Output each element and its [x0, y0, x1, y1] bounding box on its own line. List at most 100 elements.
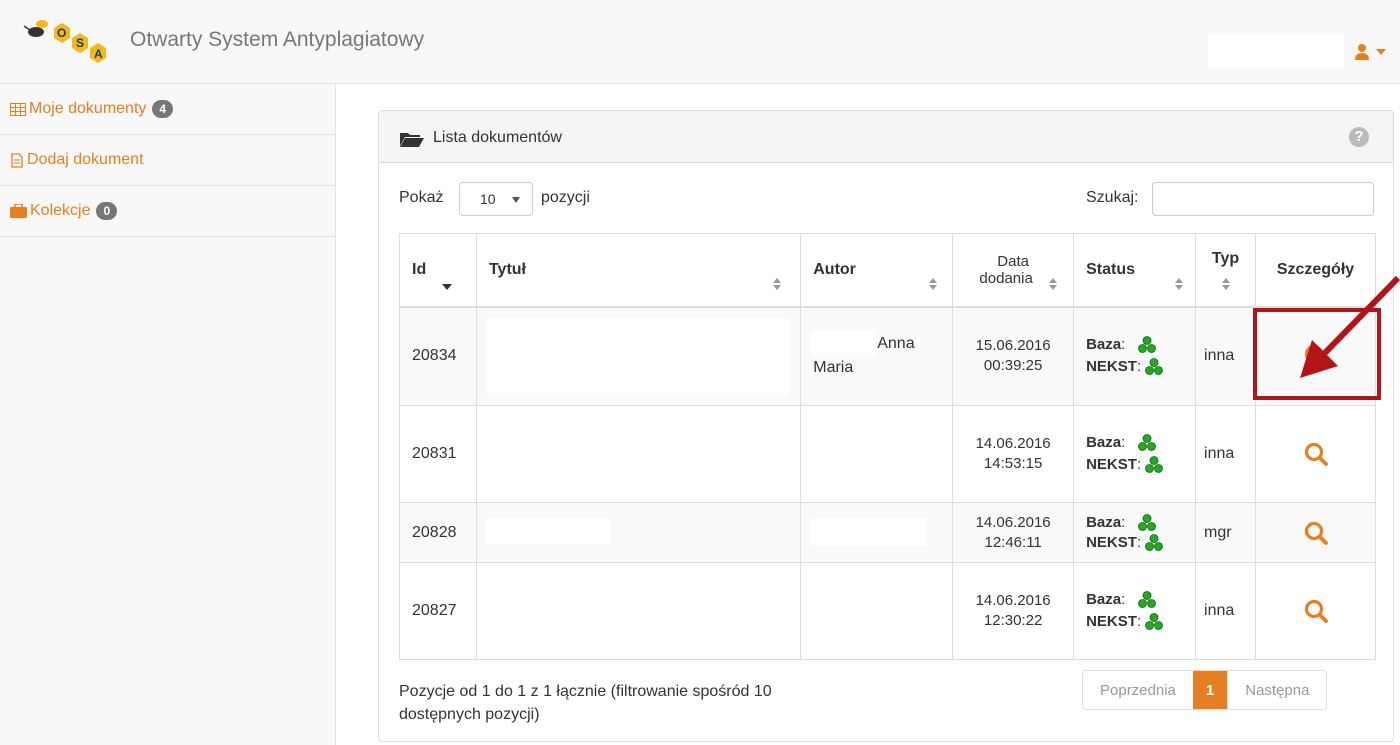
date-text: 14.06.2016 — [975, 435, 1051, 452]
sort-desc-icon — [442, 284, 452, 290]
pagination: Poprzednia 1 Następna — [1082, 670, 1328, 710]
redacted-block — [811, 329, 876, 356]
search-icon[interactable] — [1303, 520, 1329, 546]
column-header-status[interactable]: Status — [1073, 233, 1197, 308]
cell-type: inna — [1195, 562, 1256, 660]
search-icon[interactable] — [1303, 441, 1329, 467]
column-header-label: Szczegóły — [1276, 260, 1355, 278]
cell-date: 14.06.2016 14:53:15 — [952, 405, 1075, 503]
column-header-label: Autor — [813, 260, 856, 278]
search-icon[interactable] — [1303, 598, 1329, 624]
cell-date: 14.06.2016 12:46:11 — [952, 502, 1075, 563]
sidebar-item-label: Moje dokumenty — [29, 100, 147, 117]
next-page-button[interactable]: Następna — [1227, 671, 1327, 709]
documents-table: Id Tytuł Autor Data dodania Status Typ S… — [399, 233, 1376, 660]
table-row: 20831 14.06.2016 14:53:15 Baza: NEKST: i… — [399, 405, 1376, 503]
cell-status: Baza: NEKST: — [1073, 562, 1197, 660]
top-navbar: O S A Otwarty System Antyplagiatowy — [0, 0, 1400, 84]
briefcase-icon — [10, 204, 27, 218]
status-ok-icon — [1137, 336, 1156, 354]
time-text: 12:30:22 — [983, 612, 1043, 629]
status-label: NEKST — [1086, 456, 1137, 473]
page-1-button[interactable]: 1 — [1192, 671, 1228, 709]
cell-title[interactable] — [475, 502, 802, 563]
column-header-type[interactable]: Typ — [1195, 233, 1256, 308]
table-icon — [10, 102, 26, 116]
cell-author: Anna Maria — [800, 306, 954, 406]
user-name-box — [1208, 34, 1344, 68]
redacted-block — [811, 518, 928, 546]
cell-title[interactable] — [475, 306, 802, 406]
column-header-date[interactable]: Data dodania — [952, 233, 1075, 308]
column-header-label: Status — [1086, 260, 1135, 278]
status-label: NEKST — [1086, 358, 1137, 376]
svg-text:S: S — [76, 36, 84, 50]
file-icon — [11, 152, 23, 168]
cell-author — [800, 405, 954, 503]
count-badge: 0 — [96, 202, 118, 220]
cell-id: 20827 — [399, 562, 477, 660]
sidebar-item-kolekcje[interactable]: Kolekcje 0 — [0, 186, 336, 237]
cell-author — [800, 562, 954, 660]
cell-status: Baza: NEKST: — [1073, 405, 1197, 503]
column-header-label: Id — [412, 260, 427, 278]
cell-details — [1255, 306, 1376, 406]
page-length-label: Pokaż — [399, 189, 444, 206]
page-length-select[interactable]: 10 — [459, 182, 533, 216]
table-row: 20827 14.06.2016 12:30:22 Baza: NEKST: i… — [399, 562, 1376, 660]
column-header-author[interactable]: Autor — [800, 233, 954, 308]
cell-id: 20834 — [399, 306, 477, 406]
date-text: 15.06.2016 — [975, 337, 1051, 355]
search-label: Szukaj: — [1086, 189, 1139, 206]
table-row: 20828 14.06.2016 12:46:11 Baza: NEKST: m… — [399, 502, 1376, 563]
caret-down-icon — [512, 197, 520, 203]
svg-text:O: O — [57, 26, 66, 40]
chevron-down-icon[interactable] — [1376, 49, 1386, 55]
cell-title[interactable] — [475, 405, 802, 503]
app-title[interactable]: Otwarty System Antyplagiatowy — [130, 28, 424, 52]
cell-author — [800, 502, 954, 563]
cell-date: 14.06.2016 12:30:22 — [952, 562, 1075, 660]
time-text: 00:39:25 — [983, 357, 1043, 375]
cell-type: inna — [1195, 306, 1256, 406]
sort-icon — [1222, 278, 1231, 290]
panel-title: Lista dokumentów — [433, 129, 562, 146]
cell-details — [1255, 405, 1376, 503]
sidebar-item-dodaj-dokument[interactable]: Dodaj dokument — [0, 135, 336, 186]
status-label: Baza — [1086, 434, 1122, 451]
sort-icon — [929, 278, 938, 290]
sidebar-item-moje-dokumenty[interactable]: Moje dokumenty 4 — [0, 84, 336, 135]
status-ok-icon — [1145, 456, 1164, 474]
cell-type: inna — [1195, 405, 1256, 503]
column-header-label: Data — [997, 252, 1029, 270]
column-header-id[interactable]: Id — [399, 233, 477, 308]
sidebar-item-label: Dodaj dokument — [27, 151, 144, 168]
question-circle-icon[interactable]: ? — [1349, 127, 1369, 147]
previous-page-button[interactable]: Poprzednia — [1083, 671, 1193, 709]
page-length-value: 10 — [480, 191, 496, 207]
search-input[interactable] — [1152, 182, 1374, 216]
user-icon[interactable] — [1354, 43, 1370, 61]
column-header-title[interactable]: Tytuł — [475, 233, 802, 308]
status-ok-icon — [1137, 513, 1156, 532]
cell-title[interactable] — [475, 562, 802, 660]
cell-date: 15.06.2016 00:39:25 — [952, 306, 1075, 406]
status-label: NEKST — [1086, 613, 1137, 630]
status-label: Baza — [1086, 336, 1122, 354]
documents-panel: Lista dokumentów ? Pokaż 10 pozycji Szuk… — [378, 110, 1394, 742]
cell-id: 20831 — [399, 405, 477, 503]
cell-type: mgr — [1195, 502, 1256, 563]
redacted-block — [484, 518, 611, 544]
table-header-row: Id Tytuł Autor Data dodania Status Typ S… — [399, 233, 1376, 308]
folder-open-icon — [400, 133, 424, 147]
cell-details — [1255, 562, 1376, 660]
search-icon[interactable] — [1303, 343, 1329, 369]
svg-text:A: A — [94, 47, 103, 61]
cell-details — [1255, 502, 1376, 563]
author-text: Maria — [813, 359, 854, 377]
sidebar: Moje dokumenty 4 Dodaj dokument Kolekcje… — [0, 84, 336, 745]
cell-status: Baza: NEKST: — [1073, 502, 1197, 563]
sort-icon — [772, 278, 781, 290]
table-info: Pozycje od 1 do 1 z 1 łącznie (filtrowan… — [399, 683, 772, 723]
osa-logo[interactable]: O S A — [14, 10, 114, 70]
